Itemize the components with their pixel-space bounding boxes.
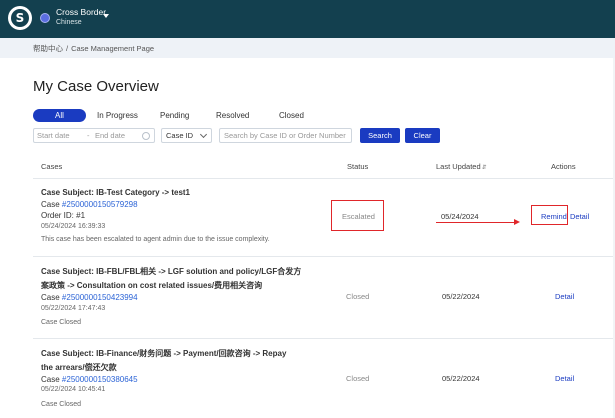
case-subject: Case Subject: IB-Test Category -> test1: [41, 188, 191, 197]
arrow-right-icon: [514, 219, 520, 225]
date-range-picker[interactable]: Start date - End date: [33, 128, 155, 143]
column-header-last-updated[interactable]: Last Updated⇵: [436, 162, 487, 171]
search-button[interactable]: Search: [360, 128, 400, 143]
sort-icon[interactable]: ⇵: [482, 164, 487, 171]
region-subtitle: Chinese: [56, 19, 82, 26]
breadcrumb-current: Case Management Page: [71, 44, 155, 53]
case-subject-line1: Case Subject: IB-FBL/FBL相关 -> LGF soluti…: [41, 267, 302, 276]
detail-button[interactable]: Detail: [555, 374, 574, 383]
last-updated-date: 05/22/2024: [442, 374, 480, 383]
tab-in-progress[interactable]: In Progress: [97, 109, 138, 122]
caret-down-icon[interactable]: [103, 14, 109, 18]
tab-resolved[interactable]: Resolved: [216, 109, 249, 122]
breadcrumb-bar: 帮助中心 / Case Management Page: [0, 38, 615, 58]
start-date-input[interactable]: Start date: [37, 131, 70, 140]
breadcrumb: 帮助中心 / Case Management Page: [33, 43, 154, 54]
status-badge: Closed: [346, 292, 370, 301]
page-title: My Case Overview: [33, 78, 159, 95]
case-created-time: 05/22/2024 10:45:41: [41, 386, 106, 393]
order-id: Order ID: #1: [41, 211, 86, 220]
app-logo-icon[interactable]: S: [8, 6, 32, 30]
case-label: Case: [41, 375, 60, 384]
remind-highlight-box: [531, 205, 568, 225]
case-label: Case: [41, 200, 60, 209]
chevron-down-icon: [199, 130, 208, 139]
calendar-icon[interactable]: [142, 132, 150, 140]
annotation-arrow-line: [436, 222, 516, 223]
case-id-line: Case #2500000150380645: [41, 375, 138, 384]
detail-button[interactable]: Detail: [555, 292, 574, 301]
case-subject-line2: the arrears/偿还欠款: [41, 363, 117, 372]
case-id-link[interactable]: #2500000150380645: [62, 375, 138, 384]
table-row: Case Subject: IB-Test Category -> test1 …: [0, 178, 615, 256]
end-date-input[interactable]: End date: [95, 131, 125, 140]
case-id-line: Case #2500000150423994: [41, 293, 138, 302]
logo-letter: S: [11, 9, 29, 27]
breadcrumb-home-link[interactable]: 帮助中心: [33, 44, 63, 53]
status-highlight-box: [331, 200, 384, 231]
search-by-value: Case ID: [166, 131, 194, 140]
breadcrumb-separator: /: [66, 44, 69, 53]
case-created-time: 05/24/2024 16:39:33: [41, 223, 106, 230]
case-id-link[interactable]: #2500000150423994: [62, 293, 138, 302]
top-bar: S Cross Border Chinese: [0, 0, 615, 38]
region-flag-icon: [40, 13, 50, 23]
case-note: Case Closed: [41, 401, 82, 408]
last-updated-date: 05/24/2024: [441, 212, 479, 221]
table-row: Case Subject: IB-FBL/FBL相关 -> LGF soluti…: [0, 256, 615, 338]
search-by-select[interactable]: Case ID: [161, 128, 212, 143]
table-row: Case Subject: IB-Finance/财务问题 -> Payment…: [0, 338, 615, 418]
case-note: This case has been escalated to agent ad…: [41, 236, 270, 243]
case-id-line: Case #2500000150579298: [41, 200, 138, 209]
case-label: Case: [41, 293, 60, 302]
status-badge: Closed: [346, 374, 370, 383]
tab-all[interactable]: All: [33, 109, 86, 122]
clear-button[interactable]: Clear: [405, 128, 440, 143]
search-input[interactable]: Search by Case ID or Order Number: [219, 128, 352, 143]
column-header-cases: Cases: [41, 162, 63, 171]
detail-button[interactable]: Detail: [570, 212, 589, 221]
last-updated-date: 05/22/2024: [442, 292, 480, 301]
case-subject-line1: Case Subject: IB-Finance/财务问题 -> Payment…: [41, 349, 287, 358]
case-created-time: 05/22/2024 17:47:43: [41, 305, 106, 312]
case-subject-line2: 案政策 -> Consultation on cost related issu…: [41, 281, 263, 290]
tab-pending[interactable]: Pending: [160, 109, 189, 122]
region-selector[interactable]: Cross Border Chinese: [56, 7, 106, 28]
last-updated-label: Last Updated: [436, 162, 481, 171]
column-header-actions: Actions: [551, 162, 576, 171]
tab-closed[interactable]: Closed: [279, 109, 304, 122]
column-header-status: Status: [347, 162, 369, 171]
region-title: Cross Border: [56, 7, 107, 17]
date-range-dash: -: [87, 131, 90, 140]
case-note: Case Closed: [41, 319, 82, 326]
case-id-link[interactable]: #2500000150579298: [62, 200, 138, 209]
